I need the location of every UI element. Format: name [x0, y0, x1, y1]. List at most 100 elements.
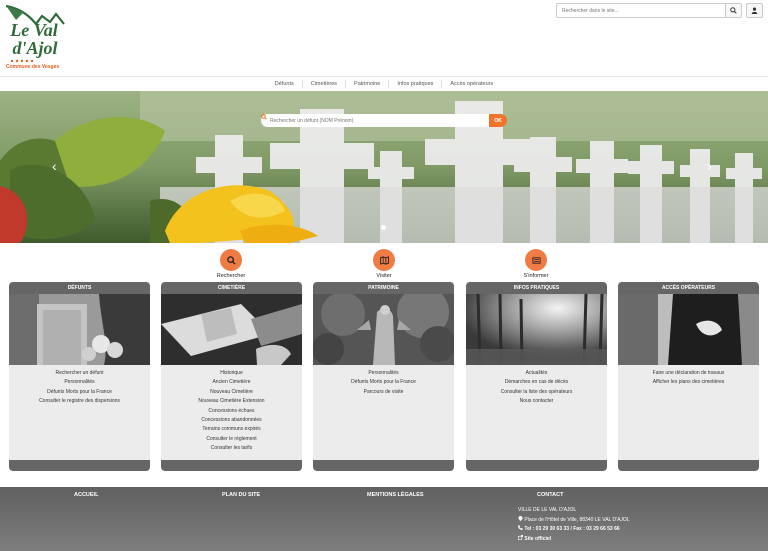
card-cimetiere: CIMETIÈRE Historique Ancien Cimetière No…: [161, 282, 302, 471]
card-links: Personnalités Défunts Morts pour la Fran…: [313, 365, 454, 397]
footer-phone-fax: Tel : 03 29 30 63 33 / Fax : 03 29 66 53…: [524, 526, 620, 532]
card-footer: [313, 460, 454, 471]
carousel-indicator[interactable]: [381, 225, 386, 230]
card-link[interactable]: Consulter le registre des dispersions: [9, 397, 150, 406]
card-footer: [161, 460, 302, 471]
action-rechercher-circle: [220, 249, 242, 271]
nav-item-acces-operateurs[interactable]: Accès opérateurs: [442, 81, 501, 87]
card-link[interactable]: Consulter le règlement: [161, 435, 302, 444]
card-link[interactable]: Actualités: [466, 369, 607, 378]
card-link[interactable]: Personnalités: [313, 369, 454, 378]
card-footer: [9, 460, 150, 471]
card-links: Rechercher un défunt Personnalités Défun…: [9, 365, 150, 407]
card-link[interactable]: Afficher les plans des cimetières: [618, 378, 759, 387]
action-sinformer[interactable]: S'informer: [506, 249, 566, 279]
logo-tagline: Commune des Vosges: [6, 64, 60, 70]
search-icon: [261, 114, 267, 120]
card-title[interactable]: DÉFUNTS: [9, 282, 150, 294]
footer-phone-row: Tel : 03 29 30 63 33 / Fax : 03 29 66 53…: [518, 525, 630, 535]
card-links: Historique Ancien Cimetière Nouveau Cime…: [161, 365, 302, 454]
footer-link-legal[interactable]: MENTIONS LÉGALES: [367, 492, 424, 498]
card-link[interactable]: Historique: [161, 369, 302, 378]
action-rechercher[interactable]: Rechercher: [201, 249, 261, 279]
footer-link-home[interactable]: ACCUEIL: [74, 492, 98, 498]
action-label: Visiter: [376, 273, 392, 279]
card-footer: [618, 460, 759, 471]
card-image-defunts: [9, 294, 150, 365]
footer-link-sitemap[interactable]: PLAN DU SITE: [222, 492, 260, 498]
footer-website-link[interactable]: Site officiel: [524, 536, 551, 542]
page: Le Val d'Ajol Commune des Vosges Défunts…: [0, 0, 768, 551]
card-title[interactable]: INFOS PRATIQUES: [466, 282, 607, 294]
footer-org-name: VILLE DE LE VAL D'AJOL: [518, 507, 577, 513]
card-image-infos-pratiques: [466, 294, 607, 365]
card-title[interactable]: CIMETIÈRE: [161, 282, 302, 294]
action-label: S'informer: [523, 273, 549, 279]
defunt-search-input[interactable]: [270, 117, 470, 124]
site-search: [556, 3, 742, 18]
external-link-icon: [517, 534, 523, 540]
phone-icon: [518, 525, 523, 530]
map-icon: [379, 255, 389, 265]
card-link[interactable]: Défunts Morts pour la France: [9, 388, 150, 397]
user-account-button[interactable]: [746, 3, 763, 18]
card-link[interactable]: Nouveau Cimetière: [161, 388, 302, 397]
map-marker-icon: [518, 515, 523, 521]
carousel-prev-arrow[interactable]: ‹: [52, 159, 57, 173]
nav-item-cimetieres[interactable]: Cimetières: [303, 81, 345, 87]
card-acces-operateurs: ACCÈS OPÉRATEURS Faire une déclaration d…: [618, 282, 759, 471]
action-sinformer-circle: [525, 249, 547, 271]
footer-heading-contact: CONTACT: [537, 492, 564, 498]
search-icon: [226, 255, 236, 265]
card-link[interactable]: Rechercher un défunt: [9, 369, 150, 378]
card-link[interactable]: Personnalités: [9, 378, 150, 387]
card-link[interactable]: Nous contacter: [466, 397, 607, 406]
action-visiter[interactable]: Visiter: [354, 249, 414, 279]
site-footer: ACCUEIL PLAN DU SITE MENTIONS LÉGALES CO…: [0, 487, 768, 551]
card-title[interactable]: PATRIMOINE: [313, 282, 454, 294]
card-link[interactable]: Consulter les tarifs: [161, 444, 302, 453]
card-link[interactable]: Nouveau Cimetière Extension: [161, 397, 302, 406]
svg-text:Le Val: Le Val: [9, 20, 58, 40]
newspaper-icon: [531, 256, 541, 264]
card-image-patrimoine: [313, 294, 454, 365]
card-link[interactable]: Défunts Morts pour la France: [313, 378, 454, 387]
svg-text:d'Ajol: d'Ajol: [12, 38, 57, 58]
card-link[interactable]: Ancien Cimetière: [161, 378, 302, 387]
site-search-input[interactable]: [557, 4, 725, 17]
hero-carousel: OK ‹ ›: [0, 91, 768, 243]
defunt-search-field: [261, 114, 489, 127]
card-link[interactable]: Parcours de visite: [313, 388, 454, 397]
action-visiter-circle: [373, 249, 395, 271]
card-link[interactable]: Consulter la liste des opérateurs: [466, 388, 607, 397]
search-icon: [730, 7, 737, 14]
nav-item-infos-pratiques[interactable]: Infos pratiques: [389, 81, 441, 87]
card-link[interactable]: Terrains communs expirés: [161, 425, 302, 434]
card-image-cimetiere: [161, 294, 302, 365]
defunt-search-ok-button[interactable]: OK: [489, 114, 507, 127]
card-footer: [466, 460, 607, 471]
footer-website-row[interactable]: Site officiel: [517, 534, 630, 545]
action-label: Rechercher: [216, 273, 246, 279]
card-link[interactable]: Démarches en cas de décès: [466, 378, 607, 387]
site-search-button[interactable]: [725, 4, 741, 17]
defunt-search: OK: [261, 114, 507, 127]
card-patrimoine: PATRIMOINE Personnalités Défunts Morts p…: [313, 282, 454, 471]
nav-item-patrimoine[interactable]: Patrimoine: [346, 81, 388, 87]
nav-item-defunts[interactable]: Défunts: [267, 81, 302, 87]
card-image-acces-operateurs: [618, 294, 759, 365]
main-nav: Défunts Cimetières Patrimoine Infos prat…: [0, 76, 768, 90]
card-infos-pratiques: INFOS PRATIQUES Actualités Démarches en …: [466, 282, 607, 471]
card-link[interactable]: Concessions abandonnées: [161, 416, 302, 425]
card-links: Actualités Démarches en cas de décès Con…: [466, 365, 607, 407]
footer-contact-block: VILLE DE LE VAL D'AJOL Place de l'Hôtel …: [517, 506, 630, 545]
footer-address: Place de l'Hôtel de Ville, 88340 LE VAL …: [524, 516, 630, 523]
card-title[interactable]: ACCÈS OPÉRATEURS: [618, 282, 759, 294]
user-icon: [751, 7, 758, 14]
card-link[interactable]: Faire une déclaration de travaux: [618, 369, 759, 378]
footer-address-row: Place de l'Hôtel de Ville, 88340 LE VAL …: [518, 515, 630, 526]
carousel-next-arrow[interactable]: ›: [707, 159, 712, 173]
card-link[interactable]: Concessions échues: [161, 407, 302, 416]
card-links: Faire une déclaration de travaux Affiche…: [618, 365, 759, 388]
card-defunts: DÉFUNTS Rechercher un défunt Personnalit…: [9, 282, 150, 471]
